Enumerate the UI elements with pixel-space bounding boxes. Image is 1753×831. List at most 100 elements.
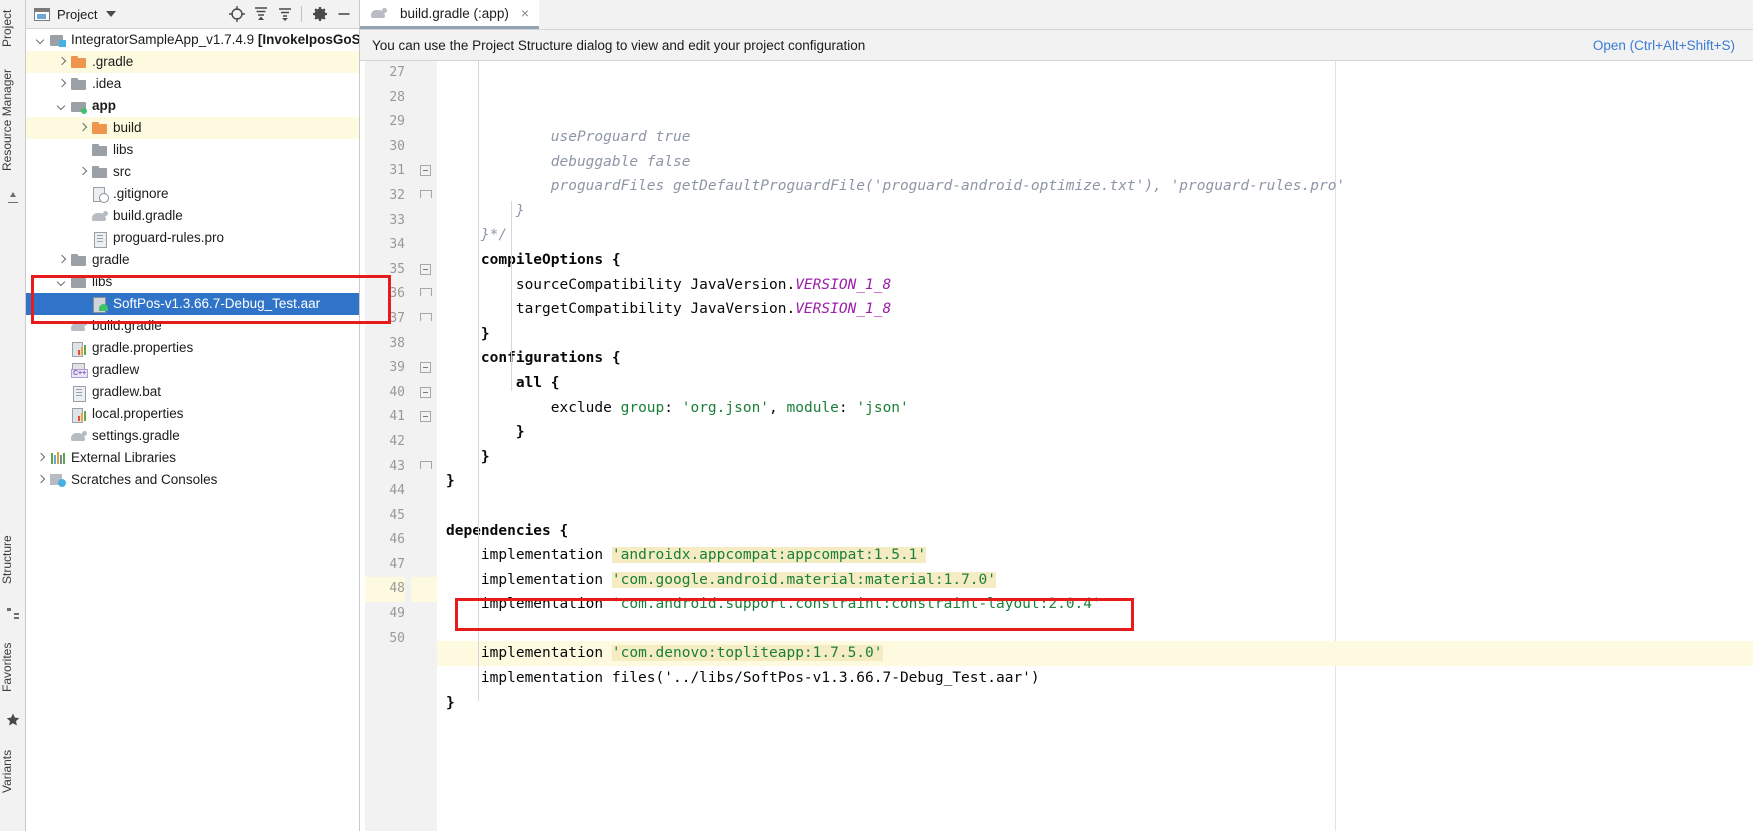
code-line[interactable]: useProguard true: [437, 125, 1753, 150]
chevron-down-icon[interactable]: [106, 11, 116, 17]
tool-window-favorites[interactable]: Favorites: [0, 628, 26, 706]
code-line[interactable]: }: [437, 199, 1753, 224]
tool-window-resource-manager[interactable]: Resource Manager: [0, 60, 26, 180]
fold-cell: [411, 61, 437, 86]
tool-window-project[interactable]: Project: [0, 2, 26, 54]
code-line[interactable]: dependencies {: [437, 519, 1753, 544]
tree-node[interactable]: build.gradle: [26, 205, 359, 227]
chevron-down-icon[interactable]: [55, 276, 68, 289]
tree-node[interactable]: SoftPos-v1.3.66.7-Debug_Test.aar: [26, 293, 359, 315]
code-line[interactable]: sourceCompatibility JavaVersion.VERSION_…: [437, 273, 1753, 298]
code-line[interactable]: }*/: [437, 223, 1753, 248]
chevron-right-icon[interactable]: [76, 122, 89, 135]
chevron-right-icon[interactable]: [76, 166, 89, 179]
chevron-right-icon[interactable]: [34, 452, 47, 465]
tree-node[interactable]: .gradle: [26, 51, 359, 73]
tree-node[interactable]: proguard-rules.pro: [26, 227, 359, 249]
tree-node[interactable]: C++gradlew: [26, 359, 359, 381]
code-line[interactable]: configurations {: [437, 346, 1753, 371]
indent-guide: [478, 61, 479, 701]
tree-node[interactable]: settings.gradle: [26, 425, 359, 447]
fold-cell[interactable]: [411, 356, 437, 381]
tree-node[interactable]: app: [26, 95, 359, 117]
open-project-structure-link[interactable]: Open (Ctrl+Alt+Shift+S): [1593, 38, 1735, 53]
fold-cell[interactable]: [411, 455, 437, 480]
fold-cell[interactable]: [411, 381, 437, 406]
tree-node[interactable]: local.properties: [26, 403, 359, 425]
code-editor[interactable]: 2728293031323334353637383940414243444546…: [360, 61, 1753, 831]
code-line[interactable]: }: [437, 691, 1753, 716]
code-line[interactable]: }: [437, 445, 1753, 470]
code-line[interactable]: implementation 'com.denovo:topliteapp:1.…: [437, 641, 1753, 666]
fold-collapse-icon[interactable]: [420, 165, 431, 176]
code-line[interactable]: implementation 'androidx.appcompat:appco…: [437, 543, 1753, 568]
fold-expand-icon[interactable]: [420, 461, 431, 472]
line-number: 29: [365, 110, 405, 135]
fold-collapse-icon[interactable]: [420, 362, 431, 373]
fold-cell[interactable]: [411, 282, 437, 307]
chevron-down-icon[interactable]: [55, 100, 68, 113]
tree-node-label: .gitignore: [113, 186, 169, 202]
fold-collapse-icon[interactable]: [420, 264, 431, 275]
chevron-right-icon[interactable]: [55, 254, 68, 267]
code-line[interactable]: all {: [437, 371, 1753, 396]
code-line[interactable]: }: [437, 420, 1753, 445]
code-line[interactable]: exclude group: 'org.json', module: 'json…: [437, 396, 1753, 421]
code-line[interactable]: [437, 494, 1753, 519]
notification-message: You can use the Project Structure dialog…: [372, 38, 865, 53]
code-line[interactable]: compileOptions {: [437, 248, 1753, 273]
chevron-right-icon[interactable]: [34, 474, 47, 487]
hide-panel-icon[interactable]: [333, 3, 355, 25]
tool-window-structure[interactable]: Structure: [0, 525, 26, 595]
close-icon[interactable]: ×: [521, 6, 529, 20]
code-line[interactable]: }: [437, 469, 1753, 494]
collapse-all-icon[interactable]: [274, 3, 296, 25]
fold-cell[interactable]: [411, 184, 437, 209]
tree-node[interactable]: libs: [26, 139, 359, 161]
code-line[interactable]: proguardFiles getDefaultProguardFile('pr…: [437, 174, 1753, 199]
tree-node[interactable]: Scratches and Consoles: [26, 469, 359, 491]
tab-build-gradle-app[interactable]: build.gradle (:app) ×: [360, 0, 539, 29]
fold-cell[interactable]: [411, 405, 437, 430]
settings-gear-icon[interactable]: [309, 3, 331, 25]
code-content[interactable]: useProguard true debuggable false progua…: [437, 61, 1753, 831]
fold-collapse-icon[interactable]: [420, 387, 431, 398]
code-line[interactable]: implementation 'com.android.support.cons…: [437, 592, 1753, 617]
chevron-down-icon[interactable]: [34, 34, 47, 47]
code-token: configurations {: [446, 350, 621, 366]
tree-node[interactable]: External Libraries: [26, 447, 359, 469]
tool-window-variants[interactable]: Variants: [0, 736, 26, 806]
tree-node[interactable]: build.gradle: [26, 315, 359, 337]
locate-icon[interactable]: [226, 3, 248, 25]
code-line[interactable]: }: [437, 322, 1753, 347]
tree-node[interactable]: gradle.properties: [26, 337, 359, 359]
fold-expand-icon[interactable]: [420, 313, 431, 324]
chevron-right-icon[interactable]: [55, 56, 68, 69]
chevron-right-icon[interactable]: [55, 78, 68, 91]
fold-cell[interactable]: [411, 307, 437, 332]
fold-cell[interactable]: [411, 159, 437, 184]
expand-all-icon[interactable]: [250, 3, 272, 25]
code-line[interactable]: implementation 'com.google.android.mater…: [437, 568, 1753, 593]
line-number: 41: [365, 405, 405, 430]
fold-collapse-icon[interactable]: [420, 411, 431, 422]
fold-expand-icon[interactable]: [420, 288, 431, 299]
tree-node[interactable]: build: [26, 117, 359, 139]
code-line[interactable]: [437, 617, 1753, 642]
tree-node[interactable]: src: [26, 161, 359, 183]
tree-node[interactable]: libs: [26, 271, 359, 293]
code-fold-gutter[interactable]: [411, 61, 437, 831]
tree-node[interactable]: .idea: [26, 73, 359, 95]
tree-node[interactable]: gradlew.bat: [26, 381, 359, 403]
tree-node[interactable]: IntegratorSampleApp_v1.7.4.9 [InvokeIpos…: [26, 29, 359, 51]
tree-node[interactable]: gradle: [26, 249, 359, 271]
project-tree[interactable]: IntegratorSampleApp_v1.7.4.9 [InvokeIpos…: [26, 29, 359, 831]
tree-node[interactable]: .gitignore: [26, 183, 359, 205]
code-token: '../libs/SoftPos-v1.3.66.7-Debug_Test.aa…: [664, 670, 1031, 686]
code-line[interactable]: targetCompatibility JavaVersion.VERSION_…: [437, 297, 1753, 322]
fold-cell[interactable]: [411, 258, 437, 283]
code-line[interactable]: implementation files('../libs/SoftPos-v1…: [437, 666, 1753, 691]
tree-node-label: gradlew.bat: [92, 384, 161, 400]
fold-expand-icon[interactable]: [420, 190, 431, 201]
code-line[interactable]: debuggable false: [437, 150, 1753, 175]
